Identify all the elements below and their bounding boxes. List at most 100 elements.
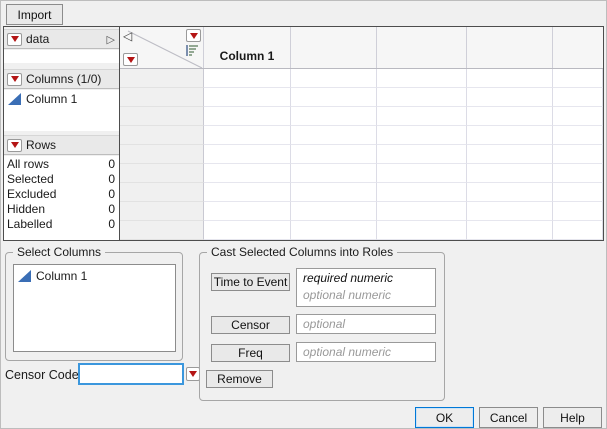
- grid-cell[interactable]: [291, 69, 377, 88]
- grid-cell[interactable]: [204, 164, 291, 183]
- data-table-region: data ▷ Columns (1/0) Column 1 Rows: [3, 26, 604, 241]
- grid-cell[interactable]: [291, 145, 377, 164]
- grid-cell[interactable]: [467, 202, 553, 221]
- grid-cell[interactable]: [377, 126, 467, 145]
- red-triangle-menu-icon[interactable]: [7, 73, 22, 86]
- time-to-event-button[interactable]: Time to Event: [211, 273, 290, 291]
- grid-corner-cell[interactable]: ◁: [120, 27, 204, 68]
- grid-cell[interactable]: [553, 126, 603, 145]
- select-columns-listbox[interactable]: Column 1: [13, 264, 176, 352]
- grid-cell[interactable]: [204, 69, 291, 88]
- grid-cell[interactable]: [291, 183, 377, 202]
- grid-cell[interactable]: [204, 88, 291, 107]
- grid-cell[interactable]: [467, 126, 553, 145]
- rows-stat-row: Hidden 0: [4, 201, 119, 216]
- rows-stat-row: Selected 0: [4, 171, 119, 186]
- grid-cell[interactable]: [467, 107, 553, 126]
- grid-cell[interactable]: [204, 221, 291, 240]
- grid-row-header-cell[interactable]: [120, 88, 204, 107]
- grid-cell[interactable]: [553, 145, 603, 164]
- grid-cell[interactable]: [553, 164, 603, 183]
- grid-cell[interactable]: [291, 164, 377, 183]
- grid-row-header-cell[interactable]: [120, 145, 204, 164]
- grid-cell[interactable]: [467, 183, 553, 202]
- grid-cell[interactable]: [291, 88, 377, 107]
- freq-button[interactable]: Freq: [211, 344, 290, 362]
- grid-cell[interactable]: [377, 221, 467, 240]
- grid-cell[interactable]: [553, 107, 603, 126]
- column-order-icon[interactable]: [186, 45, 198, 57]
- censor-code-dropdown-icon[interactable]: [186, 367, 200, 381]
- jmp-launch-window: Import data ▷ Columns (1/0) Column 1: [0, 0, 607, 429]
- grid-column-header[interactable]: [291, 27, 377, 68]
- grid-row-header-cell[interactable]: [120, 221, 204, 240]
- grid-row: [120, 202, 603, 221]
- grid-row: [120, 88, 603, 107]
- help-button[interactable]: Help: [543, 407, 602, 428]
- red-triangle-menu-icon[interactable]: [7, 33, 22, 46]
- grid-cell[interactable]: [204, 145, 291, 164]
- grid-cell[interactable]: [377, 164, 467, 183]
- grid-row-header-cell[interactable]: [120, 107, 204, 126]
- grid-cell[interactable]: [377, 107, 467, 126]
- column-list-item[interactable]: Column 1: [4, 90, 119, 107]
- optional-numeric-text: optional numeric: [303, 344, 429, 361]
- grid-row: [120, 145, 603, 164]
- freq-field[interactable]: optional numeric: [296, 342, 436, 362]
- grid-cell[interactable]: [467, 88, 553, 107]
- grid-cell[interactable]: [467, 145, 553, 164]
- grid-cell[interactable]: [377, 145, 467, 164]
- grid-cell[interactable]: [553, 202, 603, 221]
- grid-cell[interactable]: [467, 69, 553, 88]
- expand-arrow-icon[interactable]: ▷: [107, 33, 115, 46]
- grid-cell[interactable]: [553, 183, 603, 202]
- grid-row: [120, 183, 603, 202]
- required-numeric-text: required numeric: [303, 270, 429, 287]
- stat-label: Hidden: [7, 202, 45, 216]
- grid-cell[interactable]: [467, 164, 553, 183]
- grid-column-header[interactable]: Column 1: [204, 27, 291, 68]
- grid-row-header-cell[interactable]: [120, 202, 204, 221]
- red-triangle-rows-menu-icon[interactable]: [123, 53, 138, 66]
- red-triangle-menu-icon[interactable]: [7, 139, 22, 152]
- grid-cell[interactable]: [204, 126, 291, 145]
- grid-cell[interactable]: [377, 202, 467, 221]
- ok-button[interactable]: OK: [415, 407, 474, 428]
- grid-cell[interactable]: [377, 69, 467, 88]
- grid-cell[interactable]: [377, 88, 467, 107]
- time-to-event-field[interactable]: required numeric optional numeric: [296, 268, 436, 307]
- grid-row-header-cell[interactable]: [120, 126, 204, 145]
- grid-cell[interactable]: [467, 221, 553, 240]
- grid-row: [120, 126, 603, 145]
- grid-row-header-cell[interactable]: [120, 164, 204, 183]
- grid-cell[interactable]: [291, 126, 377, 145]
- column-list-item[interactable]: Column 1: [14, 268, 175, 284]
- grid-cell[interactable]: [204, 202, 291, 221]
- grid-cell[interactable]: [291, 107, 377, 126]
- grid-cell[interactable]: [204, 107, 291, 126]
- grid-row-header-cell[interactable]: [120, 69, 204, 88]
- remove-button[interactable]: Remove: [206, 370, 273, 388]
- collapse-rows-icon[interactable]: ◁: [123, 29, 132, 43]
- red-triangle-columns-menu-icon[interactable]: [186, 29, 201, 42]
- censor-code-input[interactable]: [78, 363, 184, 385]
- grid-column-header[interactable]: [377, 27, 467, 68]
- grid-column-header[interactable]: [553, 27, 603, 68]
- censor-button[interactable]: Censor: [211, 316, 290, 334]
- grid-cell[interactable]: [291, 221, 377, 240]
- grid-cell[interactable]: [553, 88, 603, 107]
- cancel-button[interactable]: Cancel: [479, 407, 538, 428]
- grid-row-header-cell[interactable]: [120, 183, 204, 202]
- stat-value: 0: [108, 202, 115, 216]
- grid-cell[interactable]: [377, 183, 467, 202]
- censor-field[interactable]: optional: [296, 314, 436, 334]
- grid-cell[interactable]: [553, 221, 603, 240]
- import-button[interactable]: Import: [6, 4, 63, 25]
- grid-cell[interactable]: [553, 69, 603, 88]
- grid-cell[interactable]: [291, 202, 377, 221]
- grid-column-header[interactable]: [467, 27, 553, 68]
- grid-cell[interactable]: [204, 183, 291, 202]
- rows-panel-header[interactable]: Rows: [4, 135, 119, 155]
- columns-panel-header[interactable]: Columns (1/0): [4, 69, 119, 89]
- data-panel-header[interactable]: data ▷: [4, 29, 119, 49]
